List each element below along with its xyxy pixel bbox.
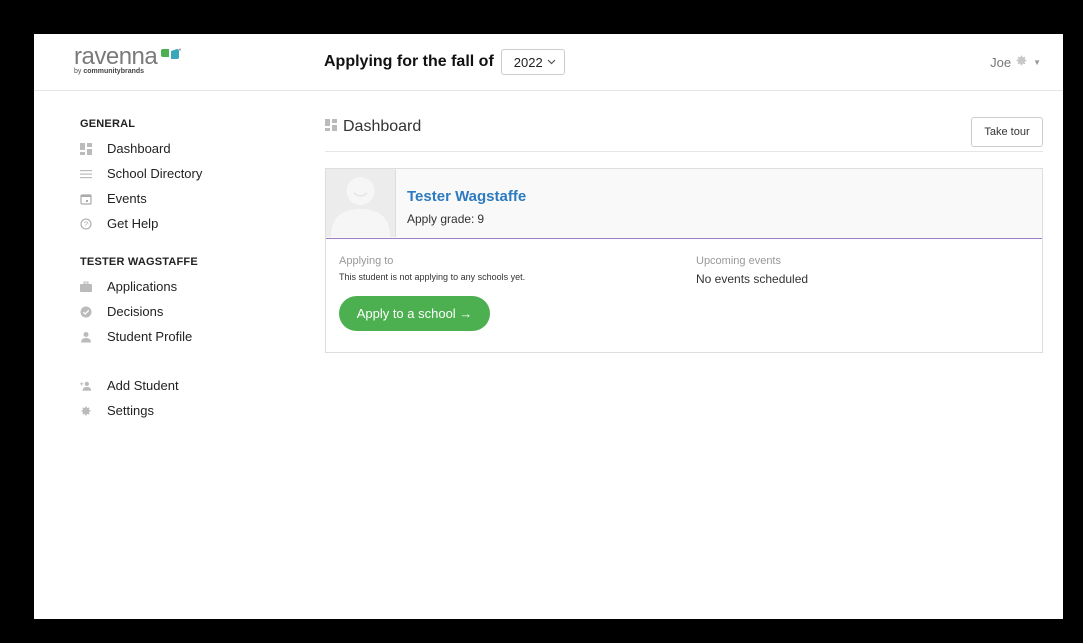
upcoming-events-label: Upcoming events (696, 255, 781, 267)
dashboard-icon (80, 142, 92, 155)
sidebar-section-student: TESTER WAGSTAFFE (80, 256, 198, 268)
chevron-down-icon (547, 57, 556, 68)
sidebar-item-decisions[interactable]: Decisions (80, 299, 300, 324)
page-title-text: Dashboard (343, 118, 422, 135)
student-card-header: Tester Wagstaffe Apply grade: 9 (326, 169, 1042, 239)
user-menu[interactable]: Joe ▼ (990, 54, 1041, 70)
applying-year-control: Applying for the fall of 2022 (324, 49, 565, 75)
gear-icon (1015, 54, 1028, 70)
briefcase-icon (80, 281, 92, 293)
apply-to-school-button[interactable]: Apply to a school → (339, 296, 490, 331)
logo-tagline: by communitybrands (74, 68, 145, 75)
help-icon: ? (80, 217, 92, 230)
page-title: Dashboard (325, 118, 421, 136)
take-tour-button[interactable]: Take tour (971, 117, 1043, 147)
main-content: Dashboard Take tour Tester Wagstaffe App… (325, 90, 1043, 353)
sidebar-item-label: Events (107, 191, 147, 206)
caret-down-icon: ▼ (1033, 57, 1041, 67)
avatar-placeholder-icon (331, 177, 390, 237)
sidebar-item-label: Student Profile (107, 329, 193, 344)
sidebar-item-events[interactable]: Events (80, 186, 300, 211)
sidebar-item-student-profile[interactable]: Student Profile (80, 324, 300, 349)
year-select[interactable]: 2022 (500, 49, 565, 75)
user-name: Joe (990, 54, 1012, 70)
add-user-icon (80, 380, 92, 392)
sidebar-item-label: Add Student (107, 378, 179, 393)
student-card: Tester Wagstaffe Apply grade: 9 Applying … (325, 168, 1043, 353)
sidebar-item-school-directory[interactable]: School Directory (80, 161, 300, 186)
student-name-link[interactable]: Tester Wagstaffe (407, 188, 526, 205)
logo-wordmark: ravenna (74, 43, 158, 70)
upcoming-events-text: No events scheduled (696, 272, 809, 286)
year-value: 2022 (513, 54, 543, 70)
calendar-icon (80, 193, 92, 205)
ravenna-logo[interactable]: ravenna by communitybrands (74, 43, 182, 76)
sidebar-item-label: School Directory (107, 166, 203, 181)
sidebar-item-label: Dashboard (107, 141, 171, 156)
page-header: Dashboard Take tour (325, 90, 1043, 152)
list-icon (80, 168, 92, 180)
applying-to-label: Applying to (339, 255, 394, 267)
applying-to-text: This student is not applying to any scho… (339, 272, 526, 282)
sidebar-item-label: Get Help (107, 216, 159, 231)
sidebar-section-general: GENERAL (80, 118, 136, 130)
apply-grade: Apply grade: 9 (407, 212, 485, 226)
gear-icon (80, 405, 92, 417)
svg-text:?: ? (84, 219, 88, 228)
sidebar-item-add-student[interactable]: Add Student (80, 373, 300, 398)
sidebar-item-label: Decisions (107, 304, 164, 319)
sidebar-item-get-help[interactable]: ? Get Help (80, 211, 300, 236)
applying-to-section: Applying to This student is not applying… (339, 255, 525, 282)
check-circle-icon (80, 306, 92, 318)
dashboard-icon (325, 118, 337, 136)
sidebar-item-label: Settings (107, 403, 154, 418)
sidebar-item-applications[interactable]: Applications (80, 274, 300, 299)
top-header: ravenna by communitybrands Applying for … (34, 34, 1063, 91)
sidebar-item-dashboard[interactable]: Dashboard (80, 136, 300, 161)
sidebar: GENERAL Dashboard School Directory Event… (80, 118, 300, 423)
logo-mark-icon (161, 48, 182, 59)
sidebar-item-label: Applications (107, 279, 178, 294)
sidebar-item-settings[interactable]: Settings (80, 398, 300, 423)
user-icon (80, 331, 92, 343)
avatar (326, 169, 396, 237)
app-window: ravenna by communitybrands Applying for … (34, 34, 1063, 619)
applying-label: Applying for the fall of (324, 53, 494, 70)
upcoming-events-section: Upcoming events No events scheduled (696, 255, 808, 286)
